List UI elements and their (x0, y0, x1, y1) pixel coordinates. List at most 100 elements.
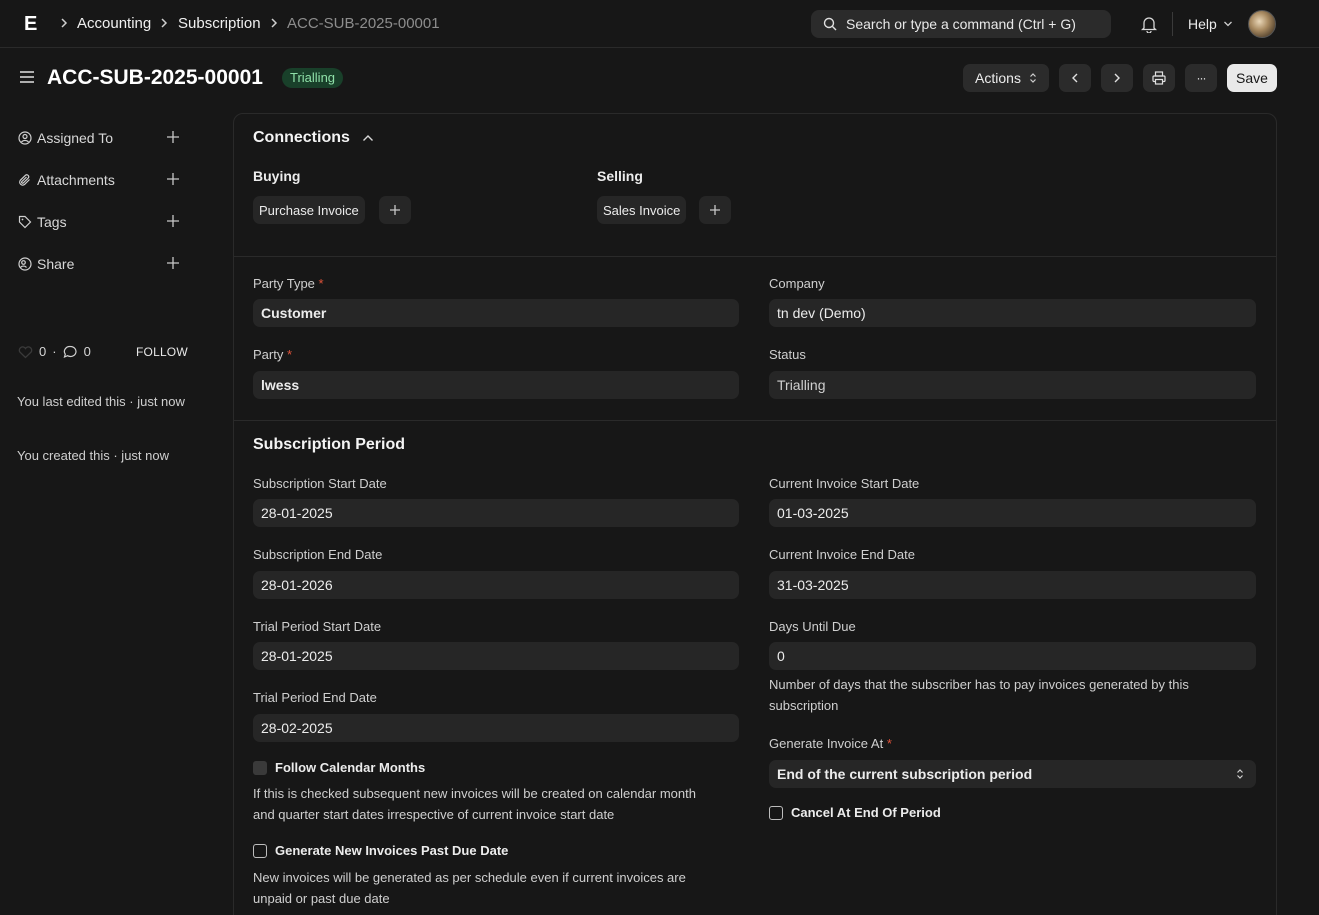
follow-calendar-help: If this is checked subsequent new invoic… (253, 783, 696, 825)
follow-button[interactable]: FOLLOW (136, 345, 188, 359)
follow-calendar-months-checkbox[interactable] (253, 760, 267, 775)
comment-icon[interactable] (63, 345, 78, 359)
sidebar-item-attachments[interactable]: Attachments (18, 172, 115, 188)
sales-invoice-link[interactable]: Sales Invoice (597, 196, 687, 224)
connections-header[interactable]: Connections (253, 129, 374, 147)
help-line: Number of days that the subscriber has t… (769, 677, 1189, 692)
assign-icon (18, 131, 32, 145)
purchase-invoice-link[interactable]: Purchase Invoice (253, 196, 365, 224)
app-logo[interactable]: E (24, 14, 37, 34)
help-line: unpaid or past due date (253, 891, 390, 906)
status-label: Status (769, 347, 806, 362)
tag-icon (18, 215, 32, 229)
required-mark: * (286, 347, 293, 362)
trial-end-field[interactable]: 28-02-2025 (253, 714, 739, 742)
chevron-right-icon (160, 17, 168, 29)
add-assignee-button[interactable] (166, 130, 180, 144)
created-text: You created this · just now (17, 448, 169, 463)
days-until-due-help: Number of days that the subscriber has t… (769, 674, 1189, 716)
actions-button[interactable]: Actions (963, 64, 1049, 92)
sidebar-item-tags[interactable]: Tags (18, 214, 67, 230)
page-title: ACC-SUB-2025-00001 (47, 66, 263, 89)
generate-past-due-row: Generate New Invoices Past Due Date (253, 843, 508, 858)
search-placeholder: Search or type a command (Ctrl + G) (846, 16, 1076, 32)
required-mark: * (886, 736, 892, 751)
bell-icon[interactable] (1141, 15, 1157, 33)
chevron-down-icon (1223, 20, 1233, 28)
status-badge: Trialling (282, 68, 344, 88)
follow-calendar-months-label: Follow Calendar Months (275, 760, 426, 775)
like-count: 0 (39, 344, 47, 359)
cancel-at-end-checkbox[interactable] (769, 805, 783, 820)
help-line: If this is checked subsequent new invoic… (253, 786, 696, 801)
buying-heading: Buying (253, 168, 301, 184)
follow-calendar-months-row: Follow Calendar Months (253, 760, 425, 775)
subscription-end-field[interactable]: 28-01-2026 (253, 571, 739, 599)
party-type-label-text: Party Type (253, 276, 315, 291)
days-until-due-label: Days Until Due (769, 619, 856, 634)
party-type-field[interactable]: Customer (253, 299, 739, 327)
sidebar-item-label: Assigned To (37, 130, 114, 146)
search-bar[interactable]: Search or type a command (Ctrl + G) (811, 10, 1111, 38)
more-icon: ··· (1196, 71, 1207, 85)
plus-icon (709, 204, 721, 216)
selling-heading: Selling (597, 168, 643, 184)
printer-icon (1152, 71, 1166, 85)
next-button[interactable] (1101, 64, 1133, 92)
help-label: Help (1188, 16, 1217, 32)
sidebar-item-label: Tags (37, 214, 67, 230)
days-until-due-field[interactable]: 0 (769, 642, 1256, 670)
previous-button[interactable] (1059, 64, 1091, 92)
trial-end-label: Trial Period End Date (253, 690, 377, 705)
more-options-button[interactable]: ··· (1185, 64, 1217, 92)
save-button[interactable]: Save (1227, 64, 1277, 92)
invoice-start-field[interactable]: 01-03-2025 (769, 499, 1256, 527)
sidebar-item-share[interactable]: Share (18, 256, 74, 272)
help-line: subscription (769, 698, 839, 713)
subscription-start-label: Subscription Start Date (253, 476, 387, 491)
generate-past-due-help: New invoices will be generated as per sc… (253, 867, 686, 909)
updown-icon (1236, 768, 1244, 780)
help-menu[interactable]: Help (1188, 16, 1233, 32)
party-field[interactable]: lwess (253, 371, 739, 399)
last-edited-text: You last edited this · just now (17, 394, 185, 409)
connections-title: Connections (253, 129, 350, 146)
invoice-end-label: Current Invoice End Date (769, 547, 915, 562)
add-purchase-invoice-button[interactable] (379, 196, 411, 224)
company-field[interactable]: tn dev (Demo) (769, 299, 1256, 327)
sidebar-item-assigned-to[interactable]: Assigned To (18, 130, 113, 146)
chevron-left-icon (1071, 72, 1079, 84)
dot-separator: · (52, 344, 57, 359)
chevron-right-icon (1113, 72, 1121, 84)
subscription-start-field[interactable]: 28-01-2025 (253, 499, 739, 527)
generate-invoice-at-label: Generate Invoice At * (769, 736, 892, 751)
paperclip-icon (18, 173, 32, 187)
user-avatar[interactable] (1248, 10, 1276, 38)
subscription-period-title: Subscription Period (253, 436, 406, 453)
plus-icon (389, 204, 401, 216)
party-type-label: Party Type * (253, 276, 324, 291)
add-sales-invoice-button[interactable] (699, 196, 731, 224)
breadcrumb-current[interactable]: ACC-SUB-2025-00001 (287, 15, 440, 32)
print-button[interactable] (1143, 64, 1175, 92)
generate-invoice-at-select[interactable]: End of the current subscription period (769, 760, 1256, 788)
share-icon (18, 257, 32, 271)
subscription-end-label: Subscription End Date (253, 547, 383, 562)
heart-icon[interactable] (18, 345, 33, 359)
generate-past-due-checkbox[interactable] (253, 843, 267, 858)
required-mark: * (318, 276, 324, 291)
invoice-end-field[interactable]: 31-03-2025 (769, 571, 1256, 599)
add-share-button[interactable] (166, 256, 180, 270)
add-tag-button[interactable] (166, 214, 180, 228)
trial-start-field[interactable]: 28-01-2025 (253, 642, 739, 670)
add-attachment-button[interactable] (166, 172, 180, 186)
generate-invoice-at-label-text: Generate Invoice At (769, 736, 884, 751)
chevron-right-icon (60, 17, 68, 29)
section-divider (233, 256, 1277, 257)
generate-invoice-at-value: End of the current subscription period (777, 766, 1033, 782)
sidebar-item-label: Attachments (37, 172, 115, 188)
comment-count: 0 (83, 344, 91, 359)
breadcrumb-subscription[interactable]: Subscription (178, 15, 261, 32)
breadcrumb-accounting[interactable]: Accounting (77, 15, 151, 32)
sidebar-toggle-icon[interactable] (19, 70, 35, 84)
